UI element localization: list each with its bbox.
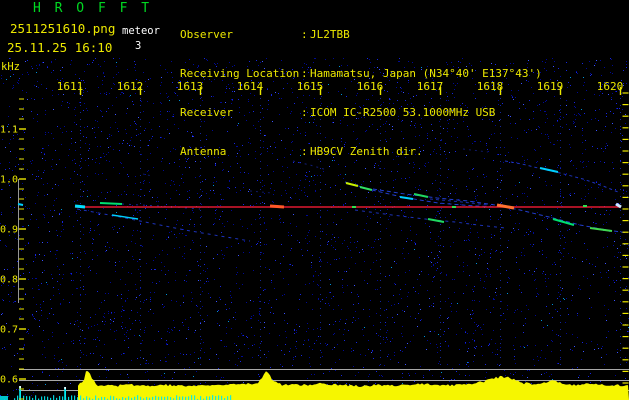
info-separator: : — [301, 106, 308, 119]
info-row-antenna: Antenna: HB9CV Zenith dir. — [180, 145, 542, 158]
info-label: Receiving Location — [180, 67, 300, 80]
svg-text:1612: 1612 — [117, 80, 144, 93]
datetime-label: 25.11.25 16:10 — [7, 40, 113, 55]
info-separator: : — [301, 67, 308, 80]
svg-text:0.7: 0.7 — [0, 325, 18, 336]
info-label: Receiver — [180, 106, 233, 119]
output-filename: 2511251610.png — [10, 21, 116, 36]
hrofft-screen: 1611 1612 1613 1614 1615 1616 1617 1618 1619 1620… — [0, 0, 629, 400]
station-info: Observer: JL2TBB Receiving Location: Hamam… — [180, 2, 542, 184]
svg-text:1.0: 1.0 — [0, 175, 18, 186]
info-row-receiver: Receiver: ICOM IC-R2500 53.1000MHz USB — [180, 106, 542, 119]
info-value: HB9CV Zenith dir. — [310, 145, 423, 158]
svg-text:kHz: kHz — [1, 61, 20, 73]
info-value: Hamamatsu, Japan (N34°40' E137°43') — [310, 67, 542, 80]
info-row-observer: Observer: JL2TBB — [180, 28, 542, 41]
svg-text:1611: 1611 — [57, 80, 84, 93]
info-label: Antenna — [180, 145, 227, 158]
svg-text:1.1: 1.1 — [0, 125, 18, 136]
svg-text:0.9: 0.9 — [0, 225, 18, 236]
info-separator: : — [301, 28, 308, 41]
info-row-location: Receiving Location: Hamamatsu, Japan (N34… — [180, 67, 542, 80]
svg-text:0.6: 0.6 — [0, 375, 18, 386]
info-value: JL2TBB — [310, 28, 350, 41]
svg-text:0.8: 0.8 — [0, 275, 18, 286]
info-label: Observer — [180, 28, 233, 41]
meteor-count: 3 — [135, 40, 142, 52]
info-value: ICOM IC-R2500 53.1000MHz USB — [310, 106, 496, 119]
mode-label: meteor — [122, 25, 160, 37]
app-title: H R O F F T — [33, 1, 153, 16]
info-separator: : — [301, 145, 308, 158]
svg-text:1620: 1620 — [597, 80, 624, 93]
